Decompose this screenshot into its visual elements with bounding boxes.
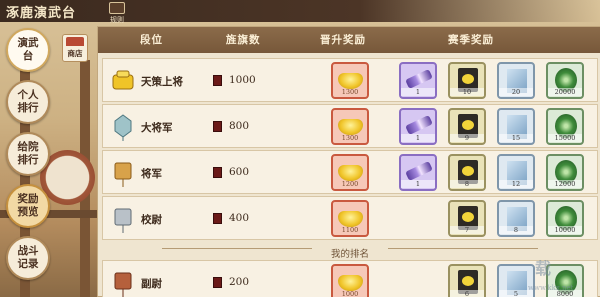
header-season: 赛季奖励 [448,34,494,46]
reward-jade[interactable]: 20000 [546,62,584,99]
side-nav: 演武台 个人排行 给院排行 奖励预览 战斗记录 [0,22,64,297]
table-row: 校尉 400 1100 7 8 10000 [102,196,598,240]
flag-count: 1000 [229,74,256,86]
nav-item-personal-ranking[interactable]: 个人排行 [6,80,50,124]
nav-item-arena[interactable]: 演武台 [6,28,50,72]
reward-book[interactable]: 6 [448,264,486,297]
reward-paper[interactable]: 12 [497,154,535,191]
gold-ingot-icon [338,165,363,181]
scroll-icon [405,68,433,90]
promotion-reward[interactable]: 1300 [331,62,369,99]
nav-item-battle-log[interactable]: 战斗记录 [6,236,50,280]
my-rank-label: 我的排名 [330,249,369,260]
app-title: 涿鹿演武台 [6,6,77,21]
promotion-reward[interactable]: 1300 [331,108,369,145]
flag-count: 400 [229,212,250,224]
flag-icon [213,75,222,86]
gold-ingot-icon [338,275,363,291]
reward-scroll[interactable]: 1 [399,108,437,145]
reward-book[interactable]: 10 [448,62,486,99]
reward-jade[interactable]: 12000 [546,154,584,191]
rank-name: 校尉 [141,214,162,226]
flag-count: 200 [229,276,250,288]
reward-jade[interactable]: 8000 [546,264,584,297]
reward-jade[interactable]: 10000 [546,200,584,237]
scroll-icon [405,114,433,136]
rank-emblem-icon [112,70,134,90]
book-icon [109,2,125,14]
rank-emblem-icon [114,114,132,141]
rank-name: 天策上将 [141,76,183,88]
rank-name: 副尉 [141,278,162,290]
rank-name: 将军 [141,168,162,180]
table-header: 段位 旌旗数 晋升奖励 赛季奖励 [98,27,600,53]
reward-paper[interactable]: 15 [497,108,535,145]
reward-book[interactable]: 8 [448,154,486,191]
reward-jade[interactable]: 15000 [546,108,584,145]
shop-button[interactable]: 商店 [62,34,88,62]
rank-name: 大将军 [141,122,173,134]
rules-label: 规则 [110,16,124,24]
title-bar: 涿鹿演武台 规则 [0,0,600,24]
reward-paper[interactable]: 8 [497,200,535,237]
reward-table-panel: 段位 旌旗数 晋升奖励 赛季奖励 天策上将 1000 1300 1 10 20 … [97,26,600,297]
flag-icon [213,167,222,178]
flag-count: 600 [229,166,250,178]
reward-scroll[interactable]: 1 [399,62,437,99]
nav-item-academy-ranking[interactable]: 给院排行 [6,132,50,176]
shop-icon [66,37,84,46]
reward-paper[interactable]: 20 [497,62,535,99]
gold-ingot-icon [338,211,363,227]
gold-ingot-icon [338,119,363,135]
scroll-icon [405,160,433,182]
gold-ingot-icon [338,73,363,89]
flag-count: 800 [229,120,250,132]
flag-icon [213,277,222,288]
table-row: 天策上将 1000 1300 1 10 20 20000 [102,58,598,102]
promotion-reward[interactable]: 1100 [331,200,369,237]
table-row: 大将军 800 1300 1 9 15 15000 [102,104,598,148]
rank-emblem-icon [114,208,132,233]
shop-label: 商店 [67,49,83,58]
rules-button[interactable]: 规则 [106,2,128,26]
header-rank: 段位 [140,34,163,46]
nav-item-reward-preview[interactable]: 奖励预览 [6,184,50,228]
promotion-reward[interactable]: 1200 [331,154,369,191]
rank-emblem-icon [114,272,132,297]
promotion-reward[interactable]: 1000 [331,264,369,297]
table-row: 将军 600 1200 1 8 12 12000 [102,150,598,194]
my-rank-row: 副尉 200 1000 6 5 8000 [102,260,598,297]
reward-book[interactable]: 7 [448,200,486,237]
flag-icon [213,121,222,132]
header-promotion: 晋升奖励 [320,34,366,46]
header-flags: 旌旗数 [226,34,261,46]
flag-icon [213,213,222,224]
reward-book[interactable]: 9 [448,108,486,145]
watermark-url: www.kkx.net [528,284,574,292]
reward-paper[interactable]: 5 [497,264,535,297]
my-rank-divider: 我的排名 [102,240,598,260]
watermark-text: 载 [535,259,552,278]
rank-emblem-icon [114,162,132,187]
reward-scroll[interactable]: 1 [399,154,437,191]
